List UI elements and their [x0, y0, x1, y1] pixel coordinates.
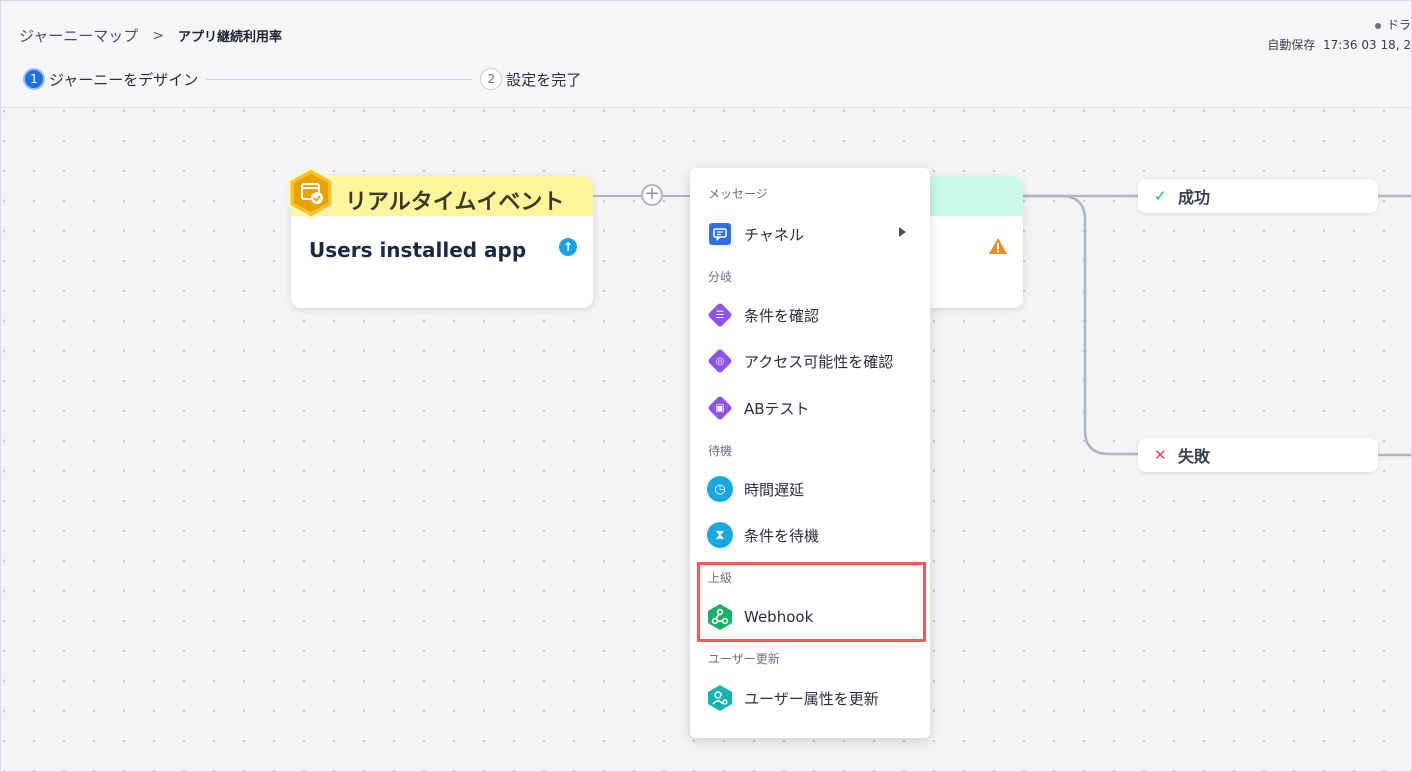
message-card[interactable]	[929, 176, 1023, 308]
menu-item-label: ユーザー属性を更新	[744, 689, 879, 708]
step-1-number[interactable]: 1	[23, 68, 45, 90]
step-divider	[206, 78, 473, 80]
check-icon: ✓	[1154, 187, 1167, 205]
branch-fail-label: 失敗	[1178, 447, 1211, 466]
menu-item-update-user-attribute[interactable]: ユーザー属性を更新	[706, 683, 916, 713]
event-card-title: リアルタイムイベント	[345, 190, 565, 215]
save-status: ドラ 自動保存 17:36 03 18, 2	[1267, 15, 1411, 55]
hourglass-icon: ⧗	[707, 522, 733, 548]
step-1-label[interactable]: ジャーニーをデザイン	[49, 69, 198, 90]
section-user-update: ユーザー更新	[708, 652, 780, 666]
chevron-right-icon: >	[152, 27, 164, 44]
menu-item-ab-test[interactable]: ▣ ABテスト	[706, 393, 916, 423]
upload-icon[interactable]: ↑	[559, 238, 577, 256]
status-dot-icon	[1374, 22, 1381, 29]
clock-icon: ◷	[707, 476, 733, 502]
page-title: アプリ継続利用率	[178, 30, 283, 45]
event-card-body: Users installed app	[309, 238, 527, 262]
add-step-menu: メッセージ チャネル 分岐 ☰ 条件を確認 ◎ アクセス可能性を確認 ▣ ABテ…	[690, 168, 930, 738]
chevron-right-icon	[899, 227, 906, 237]
menu-item-label: 時間遅延	[744, 480, 805, 499]
breadcrumb: ジャーニーマップ > アプリ継続利用率	[19, 25, 282, 46]
autosave-time: 17:36 03 18, 2	[1322, 38, 1411, 52]
chat-icon	[709, 223, 731, 245]
branch-success[interactable]: ✓ 成功	[1138, 179, 1378, 213]
event-card[interactable]: リアルタイムイベント Users installed app ↑	[291, 176, 593, 308]
user-attribute-icon	[708, 685, 732, 711]
menu-item-label: 条件を確認	[744, 306, 820, 325]
ab-test-icon: ▣	[707, 395, 733, 421]
menu-item-label: アクセス可能性を確認	[744, 352, 894, 371]
menu-item-wait-condition[interactable]: ⧗ 条件を待機	[706, 520, 916, 550]
menu-item-label: チャネル	[744, 225, 804, 244]
menu-item-check-reachability[interactable]: ◎ アクセス可能性を確認	[706, 346, 916, 376]
close-icon: ✕	[1154, 446, 1167, 464]
section-advanced: 上級	[708, 571, 733, 585]
branch-success-label: 成功	[1178, 188, 1211, 207]
app-window: ジャーニーマップ > アプリ継続利用率 ドラ 自動保存 17:36 03 18,…	[0, 0, 1412, 772]
list-icon: ☰	[707, 302, 733, 328]
step-2-number[interactable]: 2	[480, 68, 503, 90]
menu-item-label: ABテスト	[744, 399, 810, 418]
message-card-header	[929, 176, 1023, 216]
status-badge: ドラ	[1386, 18, 1411, 32]
menu-item-channel[interactable]: チャネル	[706, 219, 916, 249]
step-2-label[interactable]: 設定を完了	[506, 69, 581, 90]
stepper: 1 ジャーニーをデザイン 2 設定を完了	[23, 68, 581, 90]
section-branch: 分岐	[708, 270, 733, 284]
menu-item-label: Webhook	[744, 608, 814, 626]
branch-fail[interactable]: ✕ 失敗	[1138, 438, 1378, 472]
calendar-check-icon	[287, 166, 335, 220]
section-wait: 待機	[708, 444, 733, 458]
reach-icon: ◎	[707, 348, 733, 374]
menu-item-label: 条件を待機	[744, 526, 820, 545]
menu-item-check-condition[interactable]: ☰ 条件を確認	[706, 300, 916, 330]
menu-item-webhook[interactable]: Webhook	[706, 602, 916, 632]
webhook-icon	[708, 604, 732, 630]
warning-icon	[989, 238, 1007, 254]
breadcrumb-journey-map-link[interactable]: ジャーニーマップ	[19, 25, 138, 46]
menu-item-time-delay[interactable]: ◷ 時間遅延	[706, 474, 916, 504]
autosave-label: 自動保存	[1267, 38, 1316, 52]
header: ジャーニーマップ > アプリ継続利用率 ドラ 自動保存 17:36 03 18,…	[1, 1, 1411, 108]
section-message: メッセージ	[708, 187, 768, 201]
add-step-button[interactable]: +	[641, 184, 663, 206]
